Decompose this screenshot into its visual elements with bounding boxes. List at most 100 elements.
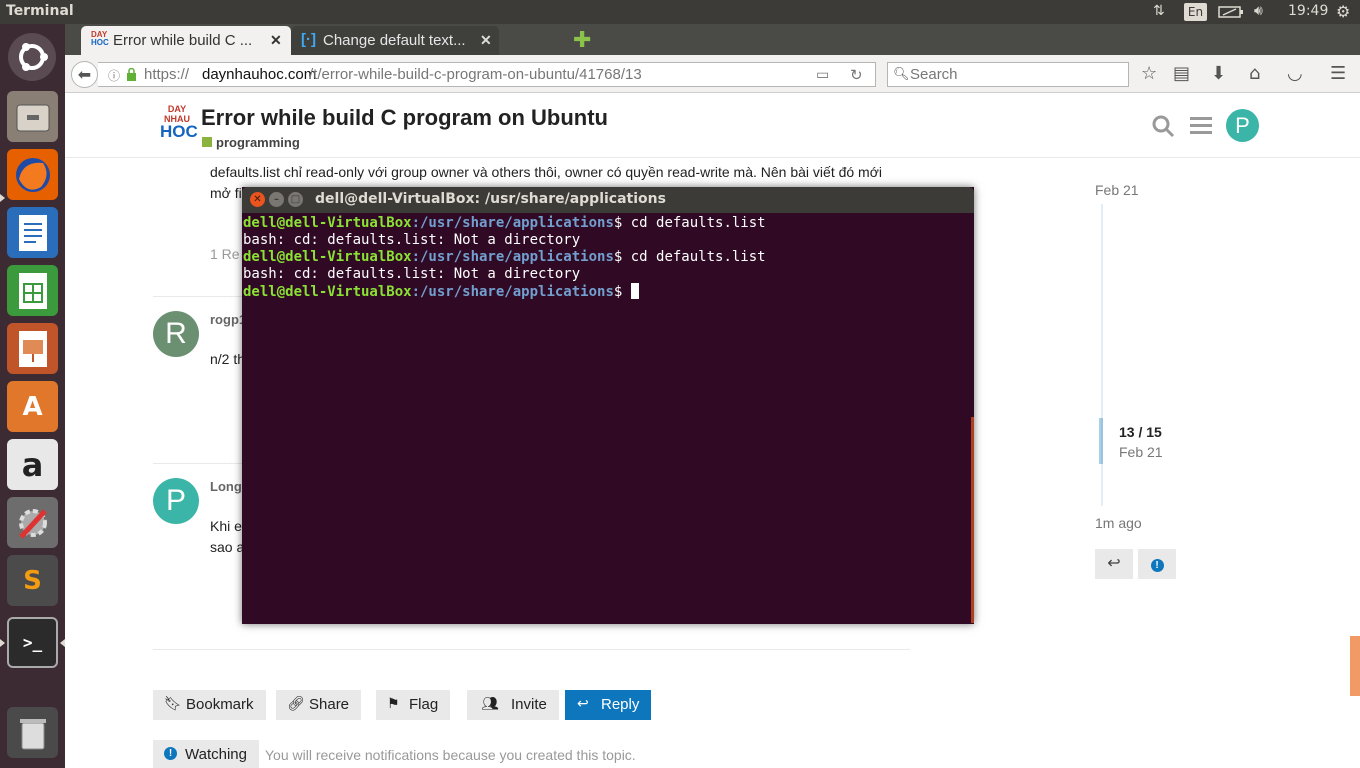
flag-button[interactable]: ⚑ Flag (376, 690, 451, 720)
notification-level-button[interactable]: ! Watching (153, 740, 259, 768)
system-settings-icon[interactable] (7, 497, 58, 548)
search-box[interactable]: 🔍︎ Search (887, 62, 1129, 87)
avatar[interactable]: R (153, 311, 199, 357)
button-label: Bookmark (186, 696, 254, 713)
back-arrow-icon[interactable]: ⬅ (71, 61, 98, 88)
button-label: Watching (185, 746, 247, 763)
volume-icon[interactable]: 🔊︎ (1254, 3, 1263, 19)
daynhauhoc-favicon-icon: DAY HOC (91, 30, 109, 47)
launcher: A a S >_ (0, 24, 65, 768)
page-scrollbar-thumb[interactable] (1350, 636, 1360, 696)
url-path: /t/error-while-build-c-program-on-ubuntu… (309, 66, 642, 83)
minimize-window-icon[interactable]: – (269, 192, 284, 207)
timeline-reply-arrow-icon[interactable]: ↩ (1095, 549, 1133, 579)
clock[interactable]: 19:49 (1288, 3, 1328, 19)
new-tab-plus-icon[interactable]: ✚ (573, 28, 591, 53)
prompt-user: dell@dell-VirtualBox (243, 249, 412, 265)
replies-link[interactable]: 1 Re (210, 246, 240, 262)
browser-tab-strip: DAY HOC Error while build C ... ✕ [·] Cha… (65, 24, 1360, 55)
top-panel: Terminal ⇅ En 🔊︎ 19:49 ⚙ (0, 0, 1360, 24)
prompt-symbol: $ (613, 284, 631, 300)
home-icon[interactable]: ⌂ (1249, 63, 1260, 84)
post-text-line: Khi e (210, 518, 242, 534)
timeline-notification-icon[interactable]: ! (1138, 549, 1176, 579)
search-placeholder: Search (910, 66, 958, 83)
button-label: Share (309, 696, 350, 713)
pocket-icon[interactable]: ◡ (1287, 63, 1303, 84)
close-window-icon[interactable]: ✕ (250, 192, 265, 207)
topic-title[interactable]: Error while build C program on Ubuntu (201, 105, 608, 131)
username[interactable]: Long (210, 479, 242, 494)
avatar[interactable]: P (153, 478, 199, 524)
menu-hamburger-icon[interactable]: ☰ (1330, 63, 1346, 84)
prompt-user: dell@dell-VirtualBox (243, 284, 412, 300)
sublime-text-icon[interactable]: S (7, 555, 58, 606)
terminal-titlebar[interactable]: ✕ – □ dell@dell-VirtualBox: /usr/share/a… (242, 187, 974, 213)
search-icon[interactable] (1151, 114, 1175, 145)
running-indicator (0, 194, 5, 202)
reply-button[interactable]: ↩ Reply (565, 690, 652, 720)
url-bar[interactable]: ⓘ https:// daynhauhoc.com /t/error-while… (98, 62, 876, 87)
timeline-progress: 13 / 15 (1119, 424, 1162, 440)
amazon-icon[interactable]: a (7, 439, 58, 490)
files-icon[interactable] (7, 91, 58, 142)
bookmark-button[interactable]: 🔖︎ Bookmark (153, 690, 266, 720)
prompt-path: :/usr/share/applications (411, 284, 614, 300)
timeline-end-date[interactable]: 1m ago (1095, 515, 1142, 531)
terminal-title: dell@dell-VirtualBox: /usr/share/applica… (315, 191, 666, 207)
invite-button[interactable]: 👥︎ Invite (467, 690, 559, 720)
dash-ubuntu-icon[interactable] (8, 33, 56, 81)
timeline-handle[interactable] (1099, 418, 1103, 464)
keyboard-layout-indicator[interactable]: En (1184, 3, 1207, 21)
bookmark-star-icon[interactable]: ☆ (1141, 63, 1157, 84)
firefox-icon[interactable] (7, 149, 58, 200)
link-icon: 🔗︎ (287, 695, 305, 711)
hamburger-menu-icon[interactable] (1190, 114, 1212, 143)
site-logo[interactable]: DAY NHAU HOC (160, 104, 198, 148)
terminal-window[interactable]: ✕ – □ dell@dell-VirtualBox: /usr/share/a… (242, 187, 974, 624)
watching-icon: ! (164, 747, 177, 760)
network-arrows-icon[interactable]: ⇅ (1153, 3, 1165, 19)
battery-icon[interactable] (1218, 5, 1244, 23)
downloads-icon[interactable]: ⬇ (1211, 63, 1226, 84)
category-badge[interactable]: programming (202, 135, 300, 150)
post-text-line: mở fi (210, 185, 242, 201)
lock-icon[interactable] (126, 67, 137, 85)
search-icon: 🔍︎ (893, 66, 910, 81)
terminal-prompt-line: dell@dell-VirtualBox:/usr/share/applicat… (243, 283, 973, 300)
settings-gear-icon[interactable]: ⚙ (1336, 2, 1350, 21)
share-button[interactable]: 🔗︎ Share (276, 690, 362, 720)
prompt-user: dell@dell-VirtualBox (243, 215, 412, 231)
bookmarks-library-icon[interactable]: ▤ (1173, 63, 1190, 84)
trash-icon[interactable] (7, 707, 58, 758)
timeline-start-date[interactable]: Feb 21 (1095, 182, 1139, 198)
current-user-avatar[interactable]: P (1226, 109, 1259, 142)
terminal-output[interactable]: dell@dell-VirtualBox:/usr/share/applicat… (243, 213, 973, 300)
flag-icon: ⚑ (387, 695, 400, 711)
libreoffice-calc-icon[interactable] (7, 265, 58, 316)
terminal-prompt-line: dell@dell-VirtualBox:/usr/share/applicat… (243, 249, 973, 266)
site-header: DAY NHAU HOC Error while build C program… (65, 94, 1360, 158)
software-center-icon[interactable]: A (7, 381, 58, 432)
reload-icon[interactable]: ↻ (850, 66, 863, 84)
terminal-output-line: bash: cd: defaults.list: Not a directory (243, 266, 581, 282)
maximize-window-icon[interactable]: □ (288, 192, 303, 207)
tab-change-default-text[interactable]: [·] Change default text... ✕ (291, 26, 499, 55)
tab-title: Change default text... (323, 32, 466, 49)
logo-line: HOC (160, 122, 198, 141)
info-icon[interactable]: ⓘ (108, 67, 120, 84)
close-tab-icon[interactable]: ✕ (270, 32, 282, 49)
prompt-symbol: $ (613, 249, 631, 265)
libreoffice-impress-icon[interactable] (7, 323, 58, 374)
username[interactable]: rogp1 (210, 312, 246, 327)
reader-view-icon[interactable]: ▭ (816, 66, 829, 83)
tab-error-while-build[interactable]: DAY HOC Error while build C ... ✕ (81, 26, 291, 55)
post-text-line: n/2 th (210, 351, 246, 367)
terminal-command: cd defaults.list (630, 249, 766, 265)
button-label: Reply (601, 696, 640, 713)
close-tab-icon[interactable]: ✕ (480, 32, 492, 49)
libreoffice-writer-icon[interactable] (7, 207, 58, 258)
url-host: daynhauhoc.com (202, 66, 317, 83)
notification-description: You will receive notifications because y… (265, 747, 636, 763)
terminal-launcher-icon[interactable]: >_ (7, 617, 58, 668)
